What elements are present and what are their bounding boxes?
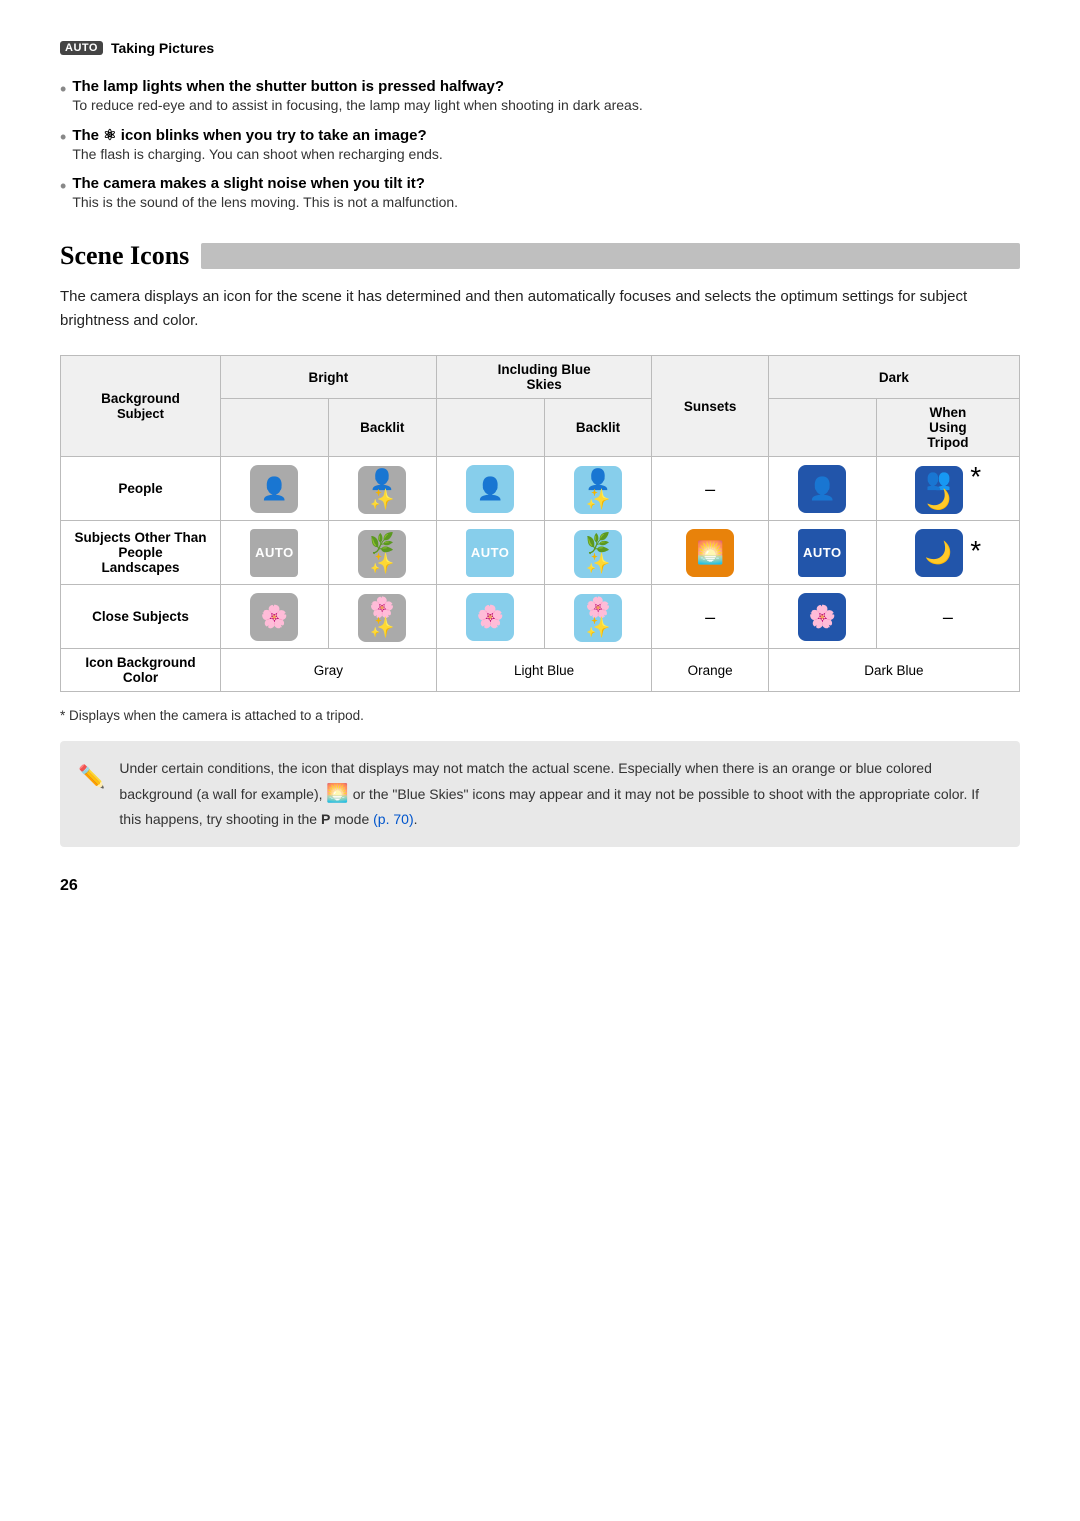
page-header: AUTO Taking Pictures	[60, 40, 1020, 56]
color-light-blue: Light Blue	[436, 649, 652, 692]
landscapes-tripod: 🌙 *	[876, 521, 1019, 585]
color-dark-blue: Dark Blue	[768, 649, 1019, 692]
table-row-landscapes: Subjects Other ThanPeopleLandscapes AUTO…	[61, 521, 1020, 585]
th-dark-normal	[768, 399, 876, 457]
landscapes-sunsets: 🌅	[652, 521, 768, 585]
th-background-subject: Background Subject	[61, 356, 221, 457]
close-bright: 🌸	[221, 585, 329, 649]
close-sunsets: –	[652, 585, 768, 649]
close-blue-backlit: 🌸✨	[544, 585, 652, 649]
faq-item-3: • The camera makes a slight noise when y…	[60, 175, 1020, 213]
landscapes-dark: AUTO	[768, 521, 876, 585]
page-number: 26	[60, 877, 1020, 895]
note-pencil-icon: ✏️	[78, 759, 105, 794]
th-dark: Dark	[768, 356, 1019, 399]
th-including-blue-skies: Including BlueSkies	[436, 356, 652, 399]
faq-answer-1: To reduce red-eye and to assist in focus…	[72, 95, 642, 116]
faq-section: • The lamp lights when the shutter butto…	[60, 78, 1020, 213]
section-description: The camera displays an icon for the scen…	[60, 285, 1020, 333]
landscapes-bright-backlit: 🌿✨	[328, 521, 436, 585]
th-bright-backlit: Backlit	[328, 399, 436, 457]
faq-question-1: The lamp lights when the shutter button …	[72, 78, 642, 95]
faq-question-3: The camera makes a slight noise when you…	[72, 175, 458, 192]
th-blue-normal	[436, 399, 544, 457]
faq-content-3: The camera makes a slight noise when you…	[72, 175, 458, 213]
th-dark-tripod: WhenUsingTripod	[876, 399, 1019, 457]
section-heading-row: Scene Icons	[60, 241, 1020, 271]
faq-bullet-3: •	[60, 177, 66, 195]
people-bright: 👤	[221, 457, 329, 521]
faq-question-2: The ⚛ icon blinks when you try to take a…	[72, 126, 442, 144]
faq-bullet-2: •	[60, 128, 66, 146]
th-sunsets: Sunsets	[652, 356, 768, 457]
table-row-close-subjects: Close Subjects 🌸 🌸✨ 🌸 🌸✨ – 🌸 –	[61, 585, 1020, 649]
people-dark: 👤	[768, 457, 876, 521]
note-box: ✏️ Under certain conditions, the icon th…	[60, 741, 1020, 847]
faq-answer-3: This is the sound of the lens moving. Th…	[72, 192, 458, 213]
people-blue-backlit: 👤✨	[544, 457, 652, 521]
table-header-row-1: Background Subject Bright Including Blue…	[61, 356, 1020, 399]
close-tripod: –	[876, 585, 1019, 649]
row-label-close-subjects: Close Subjects	[61, 585, 221, 649]
faq-content-1: The lamp lights when the shutter button …	[72, 78, 642, 116]
row-label-landscapes: Subjects Other ThanPeopleLandscapes	[61, 521, 221, 585]
scene-icons-table: Background Subject Bright Including Blue…	[60, 355, 1020, 692]
section-title-bar	[201, 243, 1020, 269]
table-row-icon-bg-color: Icon BackgroundColor Gray Light Blue Ora…	[61, 649, 1020, 692]
landscapes-blue-normal: AUTO	[436, 521, 544, 585]
faq-item-1: • The lamp lights when the shutter butto…	[60, 78, 1020, 116]
note-text: Under certain conditions, the icon that …	[119, 757, 1002, 831]
note-link[interactable]: (p. 70)	[373, 811, 413, 827]
header-title: Taking Pictures	[111, 40, 214, 56]
color-gray: Gray	[221, 649, 437, 692]
row-label-people: People	[61, 457, 221, 521]
th-blue-backlit: Backlit	[544, 399, 652, 457]
th-bright: Bright	[221, 356, 437, 399]
people-blue-normal: 👤	[436, 457, 544, 521]
faq-item-2: • The ⚛ icon blinks when you try to take…	[60, 126, 1020, 165]
auto-badge: AUTO	[60, 41, 103, 55]
people-sunsets: –	[652, 457, 768, 521]
people-bright-backlit: 👤✨	[328, 457, 436, 521]
landscapes-blue-backlit: 🌿✨	[544, 521, 652, 585]
faq-content-2: The ⚛ icon blinks when you try to take a…	[72, 126, 442, 165]
color-orange: Orange	[652, 649, 768, 692]
landscapes-bright: AUTO	[221, 521, 329, 585]
section-title: Scene Icons	[60, 241, 189, 271]
row-label-icon-bg-color: Icon BackgroundColor	[61, 649, 221, 692]
th-bright-normal	[221, 399, 329, 457]
close-dark: 🌸	[768, 585, 876, 649]
footnote: * Displays when the camera is attached t…	[60, 708, 1020, 723]
close-blue-normal: 🌸	[436, 585, 544, 649]
close-bright-backlit: 🌸✨	[328, 585, 436, 649]
people-tripod: 👥🌙 *	[876, 457, 1019, 521]
faq-bullet-1: •	[60, 80, 66, 98]
table-row-people: People 👤 👤✨ 👤 👤✨ – 👤 👥🌙 *	[61, 457, 1020, 521]
faq-answer-2: The flash is charging. You can shoot whe…	[72, 144, 442, 165]
